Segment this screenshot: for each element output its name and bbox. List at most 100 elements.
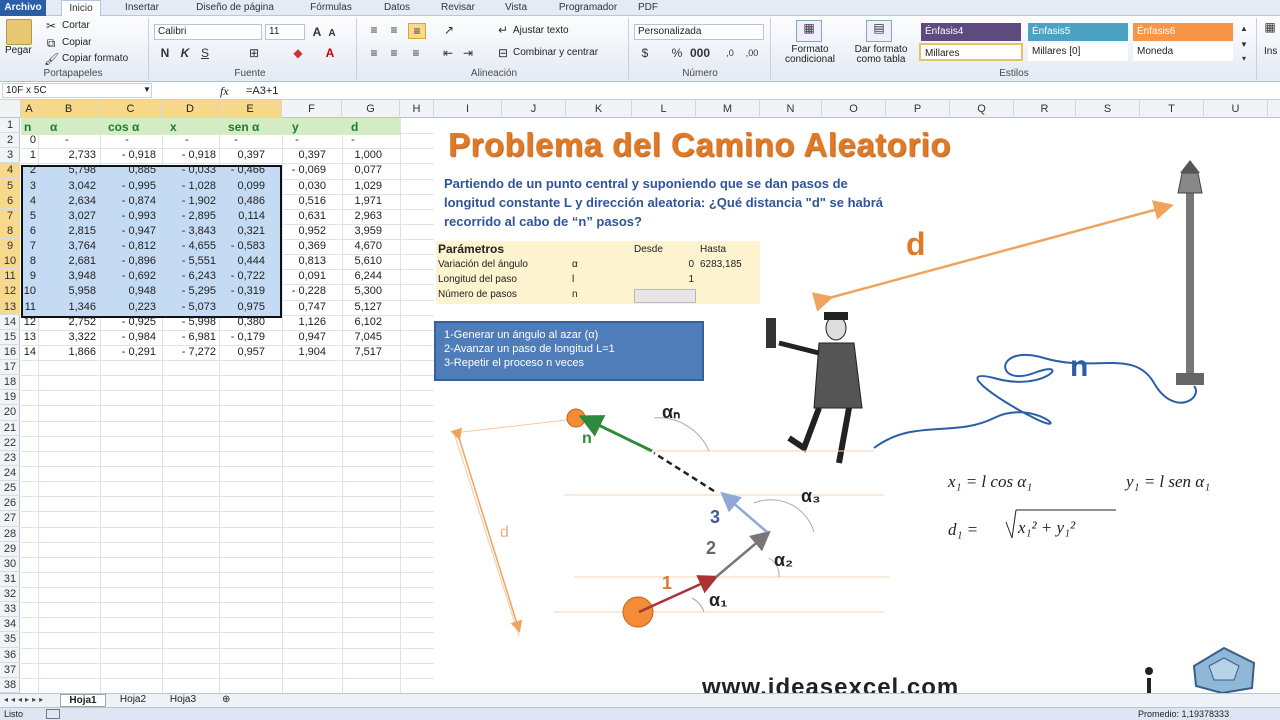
fill-color-icon[interactable]: ◆ [290,46,306,60]
style-millares-0[interactable]: Millares [0] [1028,43,1128,61]
style-enfasis5[interactable]: Énfasis5 [1028,23,1128,41]
formula-input[interactable]: =A3+1 [246,85,278,97]
table-cell[interactable]: 2,681 [38,254,96,269]
format-painter-icon[interactable]: 🖌 [44,52,59,66]
macro-record-icon[interactable] [46,709,60,719]
table-cell[interactable]: 0 [21,133,38,148]
scroll-up-icon[interactable]: ▲ [1238,22,1250,36]
row-header-cell[interactable]: 37 [0,663,20,678]
table-cell[interactable]: 5,300 [324,284,382,299]
row-header-cell[interactable]: 7 [0,208,20,224]
table-cell[interactable]: 3,322 [38,330,96,345]
table-cell[interactable]: 0,397 [268,148,326,163]
table-cell[interactable]: 0,397 [207,148,265,163]
merge-center-button[interactable]: Combinar y centrar [513,47,598,58]
table-cell[interactable]: 0,077 [324,163,382,178]
col-l[interactable]: L [632,100,696,118]
table-cell[interactable]: 3 [21,179,38,194]
row-header-cell[interactable]: 3 [0,148,20,164]
align-bottom-icon[interactable]: ≡ [408,23,426,39]
table-cell[interactable]: 6 [21,224,38,239]
paste-icon[interactable] [6,19,32,45]
table-cell[interactable]: 0,486 [207,194,265,209]
name-box-dropdown-icon[interactable]: ▼ [143,85,151,94]
row-header-cell[interactable]: 16 [0,345,20,361]
sheet-tab-hoja2[interactable]: Hoja2 [110,694,156,707]
table-cell[interactable]: 1,029 [324,179,382,194]
row-header-cell[interactable]: 11 [0,269,20,285]
font-name-select[interactable]: Calibri [154,24,262,40]
conditional-format-icon[interactable]: ▦ [796,20,822,42]
table-cell[interactable]: 0,947 [268,330,326,345]
col-b[interactable]: B [38,100,100,118]
table-cell[interactable]: 2,815 [38,224,96,239]
row-header-cell[interactable]: 23 [0,451,20,466]
row-header-cell[interactable]: 14 [0,315,20,330]
increase-decimal-icon[interactable]: ,0 [722,46,738,60]
table-cell[interactable]: 13 [21,330,38,345]
borders-icon[interactable]: ⊞ [246,46,262,60]
row-header-cell[interactable]: 29 [0,542,20,557]
table-cell[interactable]: - 0,583 [207,239,265,254]
style-enfasis4[interactable]: Énfasis4 [921,23,1021,41]
table-cell[interactable]: 1,126 [268,315,326,330]
wrap-text-button[interactable]: Ajustar texto [513,25,569,36]
table-cell[interactable]: 5,127 [324,300,382,315]
table-cell[interactable]: 1 [21,148,38,163]
table-cell[interactable]: 7,517 [324,345,382,360]
copy-icon[interactable]: ⧉ [44,36,58,50]
row-header-cell[interactable]: 1 [0,118,20,134]
row-header-cell[interactable]: 18 [0,375,20,391]
row-header-cell[interactable]: 19 [0,390,20,406]
table-cell[interactable]: - 0,228 [268,284,326,299]
align-center-icon[interactable]: ≡ [386,46,402,60]
col-m[interactable]: M [696,100,760,118]
col-r[interactable]: R [1014,100,1076,118]
table-cell[interactable]: 7 [21,239,38,254]
currency-icon[interactable]: $ [636,46,654,60]
copy-button[interactable]: Copiar [62,37,91,48]
tab-vista[interactable]: Vista [496,0,536,16]
table-cell[interactable]: - 0,069 [268,163,326,178]
table-cell[interactable]: - 0,179 [207,330,265,345]
table-cell[interactable]: 4,670 [324,239,382,254]
col-q[interactable]: Q [950,100,1014,118]
row-header-cell[interactable]: 26 [0,496,20,512]
tab-revisar[interactable]: Revisar [430,0,486,16]
row-header-cell[interactable]: 10 [0,254,20,270]
table-cell[interactable]: 3,027 [38,209,96,224]
col-d[interactable]: D [162,100,219,118]
underline-icon[interactable]: S [198,46,212,60]
col-t[interactable]: T [1140,100,1204,118]
row-header-cell[interactable]: 38 [0,678,20,693]
sheet-tab-hoja3[interactable]: Hoja3 [160,694,206,707]
sheet-tab-hoja1[interactable]: Hoja1 [60,694,106,707]
table-cell[interactable]: 6,244 [324,269,382,284]
insert-button[interactable]: Ins [1264,46,1277,57]
insert-icon[interactable]: ▦ [1262,20,1278,34]
table-cell[interactable]: 9 [21,269,38,284]
merge-icon[interactable]: ⊟ [496,46,510,60]
table-cell[interactable]: - 0,722 [207,269,265,284]
table-cell[interactable]: - [268,133,326,148]
table-cell[interactable]: - [38,133,96,148]
row-header-cell[interactable]: 32 [0,587,20,603]
increase-indent-icon[interactable]: ⇥ [460,46,476,60]
table-cell[interactable]: - 0,984 [98,330,156,345]
col-a[interactable]: A [21,100,38,118]
col-s[interactable]: S [1076,100,1140,118]
row-header-cell[interactable]: 21 [0,421,20,436]
font-color-icon[interactable]: A [322,46,338,60]
style-millares[interactable]: Millares [919,43,1023,61]
table-cell[interactable]: 3,959 [324,224,382,239]
font-size-select[interactable]: 11 [265,24,305,40]
table-cell[interactable]: - 0,925 [98,315,156,330]
tab-diseno-pagina[interactable]: Diseño de página [180,0,290,16]
table-cell[interactable]: 0,975 [207,300,265,315]
table-cell[interactable]: - 0,995 [98,179,156,194]
table-cell[interactable]: 2,752 [38,315,96,330]
table-cell[interactable]: 0,952 [268,224,326,239]
table-cell[interactable]: 2,733 [38,148,96,163]
table-cell[interactable]: 0,091 [268,269,326,284]
col-g[interactable]: G [342,100,400,118]
